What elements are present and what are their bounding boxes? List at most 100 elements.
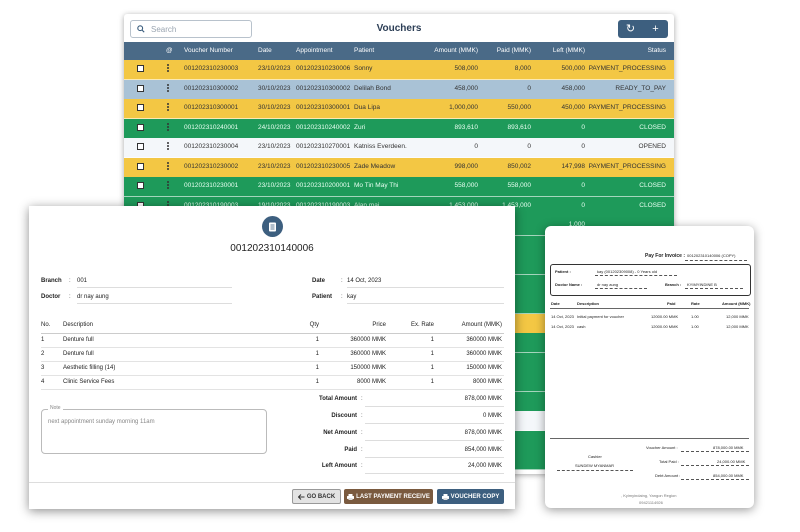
receipt-column-rate: Rate <box>691 301 700 306</box>
colon: : <box>341 294 343 300</box>
column-paid[interactable]: Paid (MMK) <box>497 42 531 60</box>
arrow-left-icon <box>297 493 305 500</box>
row-checkbox[interactable] <box>137 104 144 111</box>
column-description: Description <box>63 322 94 328</box>
item-price: 150000 MMK <box>350 365 386 371</box>
go-back-button[interactable]: GO BACK <box>292 489 341 504</box>
cell-left: 500,000 <box>561 65 586 72</box>
last-payment-label: LAST PAYMENT RECEIVE <box>356 493 430 500</box>
column-left[interactable]: Left (MMK) <box>553 42 585 60</box>
divider <box>595 288 647 289</box>
column-voucher-number[interactable]: Voucher Number <box>184 42 233 60</box>
item-description: Denture full <box>63 337 94 343</box>
clinic-address: , Kyimyindaing, Yangon Region <box>621 493 677 498</box>
cell-amount: 998,000 <box>454 162 479 170</box>
divider <box>365 473 504 474</box>
row-checkbox[interactable] <box>137 143 144 150</box>
item-no: 1 <box>41 337 45 343</box>
page-title: Vouchers <box>376 23 422 34</box>
cell-voucher-number: 001202310300002 <box>184 84 239 92</box>
receipt-branch-value: KYIMYINDINE B <box>687 282 717 287</box>
row-checkbox[interactable] <box>137 162 144 170</box>
row-checkbox[interactable] <box>137 65 144 72</box>
kebab-menu-icon[interactable] <box>167 64 169 73</box>
cell-patient: Mo Tin May Thi <box>354 182 399 189</box>
cell-appointment: 001202310270001 <box>296 143 351 150</box>
kebab-menu-icon[interactable] <box>167 83 169 93</box>
refresh-icon[interactable]: ↻ <box>618 20 643 38</box>
table-header: @ Voucher Number Date Appointment Patien… <box>124 42 674 60</box>
item-no: 2 <box>41 351 45 357</box>
last-payment-receive-button[interactable]: LAST PAYMENT RECEIVE <box>344 489 433 504</box>
table-row[interactable]: 001202310240001 24/10/2023 001202310240002… <box>124 118 674 139</box>
branch-label: Branch <box>41 278 62 284</box>
item-qty: 1 <box>315 379 319 385</box>
cell-amount: 1,000,000 <box>449 104 478 111</box>
receipt-title: Pay For Invoice : <box>645 253 686 259</box>
patient-label: Patient <box>312 294 333 300</box>
cell-date: 23/10/2023 <box>258 143 291 150</box>
cell-voucher-number: 001202310230004 <box>184 143 239 150</box>
cell-patient: Sonny <box>354 65 373 72</box>
kebab-menu-icon[interactable] <box>167 142 169 151</box>
cell-appointment: 001202310240002 <box>296 123 351 131</box>
receipt-row-paid: 12000.00 MMK <box>651 314 679 319</box>
cell-status: PAYMENT_PROCESSING <box>588 162 666 170</box>
receipt-patient-box: Patient : kay (001202309008) - 0 Years o… <box>550 264 751 296</box>
table-row[interactable]: 001202310230003 23/10/2023 001202310230006… <box>124 60 674 80</box>
row-checkbox[interactable] <box>137 182 144 189</box>
net-amount-row: Net Amount : 878,000 MMK <box>299 430 504 446</box>
kebab-menu-icon[interactable] <box>167 181 169 190</box>
add-icon[interactable]: + <box>643 20 668 38</box>
discount-value: 0 MMK <box>482 413 502 419</box>
column-status[interactable]: Status <box>648 42 666 60</box>
doctor-label: Doctor <box>41 294 61 300</box>
table-row[interactable]: 001202310300001 30/10/2023 001202310300001… <box>124 99 674 119</box>
kebab-menu-icon[interactable] <box>167 103 169 112</box>
table-row[interactable]: 001202310300002 30/10/2023 001202310300002… <box>124 79 674 100</box>
column-appointment[interactable]: Appointment <box>296 42 333 60</box>
kebab-menu-icon[interactable] <box>167 161 169 171</box>
table-row[interactable]: 001202310230002 23/10/2023 001202310230005… <box>124 157 674 178</box>
voucher-copy-button[interactable]: VOUCHER COPY <box>437 489 504 504</box>
note-field[interactable]: Note next appointment sunday morning 11a… <box>41 405 267 454</box>
divider <box>365 406 504 407</box>
cell-paid: 558,000 <box>507 182 532 189</box>
printer-icon <box>347 493 355 500</box>
colon: : <box>341 278 343 284</box>
branch-value: 001 <box>77 278 232 288</box>
item-amount: 150000 MMK <box>466 365 502 371</box>
cell-paid: 550,000 <box>507 104 532 111</box>
row-checkbox[interactable] <box>137 84 144 92</box>
item-rate: 1 <box>430 351 434 357</box>
debt-amount-value: 854,000.00 MMK <box>713 473 744 478</box>
cell-patient: Delilah Bond <box>354 84 391 92</box>
column-patient[interactable]: Patient <box>354 42 374 60</box>
cell-appointment: 001202310300002 <box>296 84 351 92</box>
column-date[interactable]: Date <box>258 42 272 60</box>
paid-label: Paid <box>344 447 357 453</box>
row-checkbox[interactable] <box>137 123 144 131</box>
receipt-row-description: Initial payment for voucher <box>577 314 624 319</box>
cell-date: 24/10/2023 <box>258 123 291 131</box>
header-actions: ↻ + <box>618 20 668 38</box>
table-row[interactable]: 001202310230004 23/10/2023 001202310270001… <box>124 138 674 158</box>
divider <box>681 479 749 480</box>
column-amount[interactable]: Amount (MMK) <box>434 42 478 60</box>
items-table-header: No. Description Qty Price Ex. Rate Amoun… <box>41 319 504 334</box>
receipt-column-description: Description <box>577 301 600 306</box>
item-no: 4 <box>41 379 45 385</box>
cell-left: 0 <box>581 143 585 150</box>
kebab-menu-icon[interactable] <box>167 122 169 132</box>
receipt-icon <box>262 216 283 237</box>
table-row[interactable]: 001202310230001 23/10/2023 001202310200001… <box>124 177 674 197</box>
column-no: No. <box>41 322 51 328</box>
cell-amount: 508,000 <box>454 65 479 72</box>
item-amount: 8000 MMK <box>472 379 502 385</box>
divider <box>681 451 749 452</box>
cell-left: 147,998 <box>561 162 586 170</box>
date-value: 14 Oct, 2023 <box>347 278 504 288</box>
receipt-patient-value: kay (001202309008) - 0 Years old <box>597 269 658 274</box>
item-price: 360000 MMK <box>350 337 386 343</box>
receipt-row-rate: 1.00 <box>691 324 699 329</box>
